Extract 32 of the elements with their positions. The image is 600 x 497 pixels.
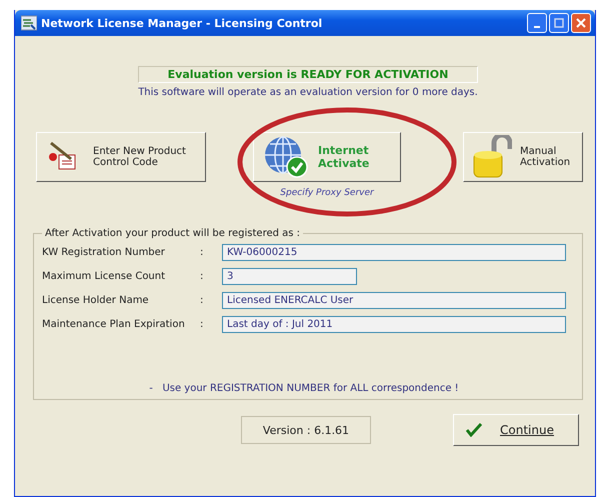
proxy-server-link[interactable]: Specify Proxy Server [280, 188, 374, 198]
value-field: 3 [222, 268, 357, 284]
separator-colon: : [200, 318, 204, 330]
separator-colon: : [200, 246, 204, 258]
separator-colon: : [200, 294, 204, 306]
field-label: License Holder Name [42, 294, 150, 306]
window-title: Network License Manager - Licensing Control [41, 16, 324, 30]
separator-colon: : [200, 270, 204, 282]
field-label: Maintenance Plan Expiration [42, 318, 186, 330]
maximize-button[interactable] [549, 13, 569, 33]
action-button[interactable]: Manual Activation [463, 132, 583, 182]
open-padlock-icon [472, 135, 512, 179]
field-label: KW Registration Number [42, 246, 166, 258]
status-banner: Evaluation version is READY FOR ACTIVATION [138, 66, 478, 83]
version-label: Version : 6.1.61 [241, 416, 371, 444]
minimize-icon [534, 26, 540, 28]
registration-note: - Use your REGISTRATION NUMBER for ALL correspondence ! [148, 383, 460, 396]
check-icon [466, 423, 482, 437]
value-field: Licensed ENERCALC User [222, 292, 566, 308]
value-field: Last day of : Jul 2011 [222, 316, 566, 332]
maximize-icon [554, 18, 564, 28]
network-app-icon [21, 15, 37, 31]
field-label: Maximum License Count [42, 270, 166, 282]
globe-check-icon [262, 135, 310, 179]
group-title: After Activation your product will be registered as : [44, 228, 302, 239]
close-icon [576, 18, 586, 28]
minimize-button[interactable] [527, 13, 547, 33]
close-button[interactable] [571, 13, 591, 33]
action-button[interactable]: Enter New Product Control Code [36, 132, 206, 182]
continue-button[interactable]: Continue [453, 414, 579, 446]
status-message: This software will operate as an evaluation version for 0 more days. [138, 87, 478, 98]
value-field: KW-06000215 [222, 244, 566, 260]
